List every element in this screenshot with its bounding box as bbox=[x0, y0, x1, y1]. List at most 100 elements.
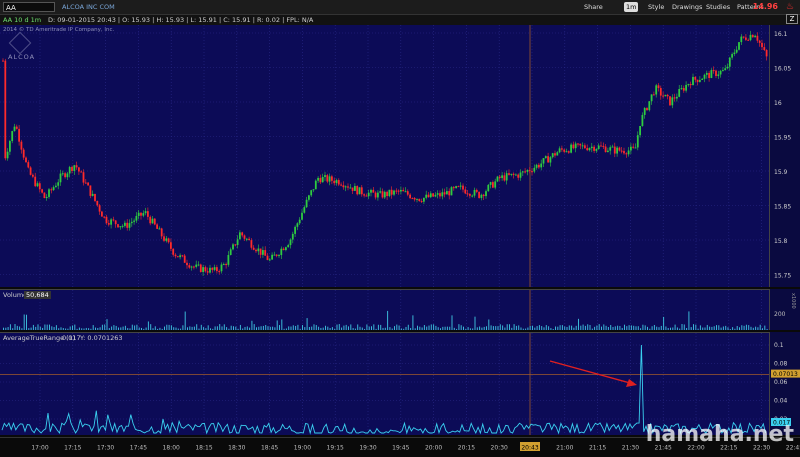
volume-bar bbox=[674, 324, 676, 330]
volume-bar bbox=[12, 328, 14, 330]
candle-body bbox=[436, 193, 439, 195]
time-axis-tick: 21:00 bbox=[556, 445, 573, 452]
candle-body bbox=[268, 259, 271, 261]
candle-body bbox=[751, 34, 754, 38]
volume-bar bbox=[617, 325, 619, 330]
volume-bar bbox=[704, 327, 706, 330]
volume-bar bbox=[350, 324, 352, 330]
candle-body bbox=[427, 194, 430, 198]
volume-bar bbox=[279, 325, 280, 330]
volume-bar bbox=[373, 324, 375, 330]
candle-body bbox=[356, 186, 359, 195]
volume-bar bbox=[757, 327, 759, 330]
studies-button[interactable]: Studies bbox=[706, 2, 730, 12]
volume-bar bbox=[352, 328, 354, 330]
interval-button[interactable]: 1m bbox=[624, 2, 639, 12]
candle-body bbox=[80, 171, 83, 173]
candle-body bbox=[365, 195, 368, 197]
candle-body bbox=[735, 49, 738, 53]
drawings-button[interactable]: Drawings bbox=[672, 2, 702, 12]
atr-pane[interactable]: AverageTrueRange (1) 0.017 Y: 0.0701263 bbox=[0, 332, 769, 435]
volume-bar bbox=[134, 325, 136, 330]
volume-bar bbox=[281, 319, 283, 330]
candle-body bbox=[317, 177, 319, 181]
volume-bar bbox=[258, 326, 260, 330]
volume-bar bbox=[290, 326, 292, 330]
symbol-input[interactable]: AA bbox=[3, 2, 55, 12]
volume-bar bbox=[706, 324, 708, 330]
candle-body bbox=[411, 198, 414, 200]
volume-bar bbox=[745, 324, 747, 330]
candle-body bbox=[710, 70, 713, 78]
volume-bar bbox=[637, 326, 639, 330]
volume-bar bbox=[743, 325, 745, 330]
volume-chart[interactable] bbox=[0, 290, 769, 330]
volume-axis-tick: 200 bbox=[774, 311, 786, 318]
volume-bar bbox=[16, 325, 18, 330]
volume-bar bbox=[276, 320, 278, 330]
volume-bar bbox=[200, 324, 202, 330]
volume-bar bbox=[681, 324, 683, 330]
candle-body bbox=[61, 173, 64, 175]
volume-bar bbox=[410, 328, 412, 330]
candle-body bbox=[627, 150, 630, 155]
time-axis-tick: 18:45 bbox=[261, 445, 278, 452]
style-button[interactable]: Style bbox=[648, 2, 664, 12]
price-chart[interactable] bbox=[0, 25, 769, 287]
volume-bar bbox=[741, 325, 743, 330]
volume-bar bbox=[387, 310, 389, 330]
candle-body bbox=[455, 186, 457, 189]
share-button[interactable]: Share bbox=[584, 2, 603, 12]
candle-body bbox=[590, 146, 593, 149]
candle-body bbox=[255, 249, 257, 252]
volume-bar bbox=[361, 327, 363, 330]
candle-body bbox=[400, 189, 402, 192]
volume-bar bbox=[419, 326, 421, 330]
volume-bar bbox=[311, 326, 313, 330]
volume-bar bbox=[423, 325, 425, 330]
volume-bar bbox=[141, 327, 142, 330]
candle-body bbox=[160, 228, 163, 237]
flame-icon[interactable]: ♨ bbox=[786, 1, 794, 13]
volume-bar bbox=[348, 326, 349, 330]
volume-bar bbox=[509, 324, 510, 330]
volume-bar bbox=[403, 328, 405, 330]
volume-bar bbox=[752, 327, 754, 330]
candle-body bbox=[78, 167, 80, 172]
atr-axis-tick: 0.1 bbox=[774, 342, 784, 349]
candle-body bbox=[542, 158, 545, 164]
price-axis-tick: 15.95 bbox=[774, 135, 791, 142]
candle-body bbox=[662, 95, 664, 97]
candle-body bbox=[273, 254, 276, 256]
volume-bar bbox=[695, 324, 697, 330]
candle-body bbox=[519, 172, 522, 178]
volume-bar bbox=[394, 326, 395, 330]
candle-body bbox=[733, 52, 736, 55]
price-pane[interactable]: 2014 © TD Ameritrade IP Company, Inc. AL… bbox=[0, 25, 769, 287]
atr-chart[interactable] bbox=[0, 333, 769, 435]
volume-bar bbox=[683, 324, 685, 330]
candle-body bbox=[574, 143, 577, 149]
volume-bar bbox=[193, 326, 195, 330]
candle-body bbox=[669, 96, 671, 106]
volume-bar bbox=[122, 326, 124, 330]
candle-body bbox=[73, 165, 76, 171]
candle-body bbox=[409, 194, 411, 199]
volume-bar bbox=[433, 324, 435, 330]
volume-bar bbox=[53, 327, 55, 330]
volume-bar bbox=[716, 325, 717, 330]
candle-body bbox=[512, 173, 515, 175]
volume-bar bbox=[591, 328, 593, 330]
volume-bar bbox=[690, 327, 692, 330]
candle-body bbox=[567, 151, 570, 153]
volume-pane[interactable]: Volume 50,684 bbox=[0, 289, 769, 330]
volume-bar bbox=[676, 327, 678, 330]
volume-bar bbox=[28, 328, 30, 330]
volume-bar bbox=[633, 325, 635, 330]
zoom-icon[interactable]: Z bbox=[786, 14, 798, 24]
candle-body bbox=[96, 200, 99, 206]
candle-body bbox=[623, 150, 625, 154]
volume-bar bbox=[233, 326, 234, 330]
candle-body bbox=[29, 167, 32, 175]
volume-bar bbox=[483, 326, 485, 330]
